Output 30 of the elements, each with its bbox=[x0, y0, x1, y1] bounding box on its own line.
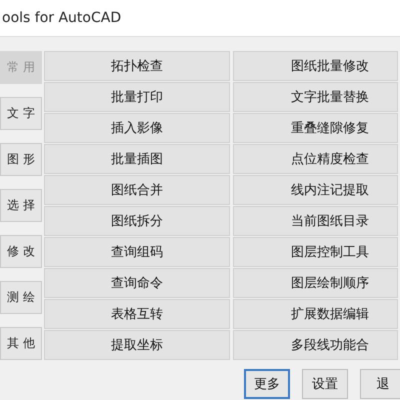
dialog-button[interactable]: 退 bbox=[360, 369, 400, 399]
tool-button[interactable]: 多段线功能合 bbox=[233, 330, 398, 360]
dialog-button[interactable]: 设置 bbox=[302, 369, 348, 399]
window-title: ools for AutoCAD bbox=[1, 10, 122, 26]
tool-button[interactable]: 批量插图 bbox=[44, 144, 230, 174]
tool-button[interactable]: 插入影像 bbox=[44, 113, 230, 143]
tool-button[interactable]: 图纸合并 bbox=[44, 175, 230, 205]
tool-button[interactable]: 查询组码 bbox=[44, 237, 230, 267]
tool-button[interactable]: 图层绘制顺序 bbox=[233, 268, 398, 298]
tool-button[interactable]: 扩展数据编辑 bbox=[233, 299, 398, 329]
tool-button[interactable]: 文字批量替换 bbox=[233, 82, 398, 112]
tool-button[interactable]: 图层控制工具 bbox=[233, 237, 398, 267]
tool-button[interactable]: 点位精度检查 bbox=[233, 144, 398, 174]
tool-button[interactable]: 线内注记提取 bbox=[233, 175, 398, 205]
category-tab[interactable]: 选 择 bbox=[0, 189, 42, 222]
tool-button[interactable]: 拓扑检查 bbox=[44, 51, 230, 81]
tool-button[interactable]: 当前图纸目录 bbox=[233, 206, 398, 236]
tool-button[interactable]: 图纸批量修改 bbox=[233, 51, 398, 81]
tool-button[interactable]: 重叠缝隙修复 bbox=[233, 113, 398, 143]
category-tab[interactable]: 测 绘 bbox=[0, 281, 42, 314]
tool-button[interactable]: 表格互转 bbox=[44, 299, 230, 329]
category-tab[interactable]: 图 形 bbox=[0, 143, 42, 176]
category-tab[interactable]: 其 他 bbox=[0, 327, 42, 360]
category-tab[interactable]: 修 改 bbox=[0, 235, 42, 268]
tool-button[interactable]: 查询命令 bbox=[44, 268, 230, 298]
tool-button[interactable]: 图纸拆分 bbox=[44, 206, 230, 236]
tool-button[interactable]: 批量打印 bbox=[44, 82, 230, 112]
category-tab[interactable]: 文 字 bbox=[0, 97, 42, 130]
tool-button[interactable]: 提取坐标 bbox=[44, 330, 230, 360]
dialog-button[interactable]: 更多 bbox=[244, 369, 290, 399]
